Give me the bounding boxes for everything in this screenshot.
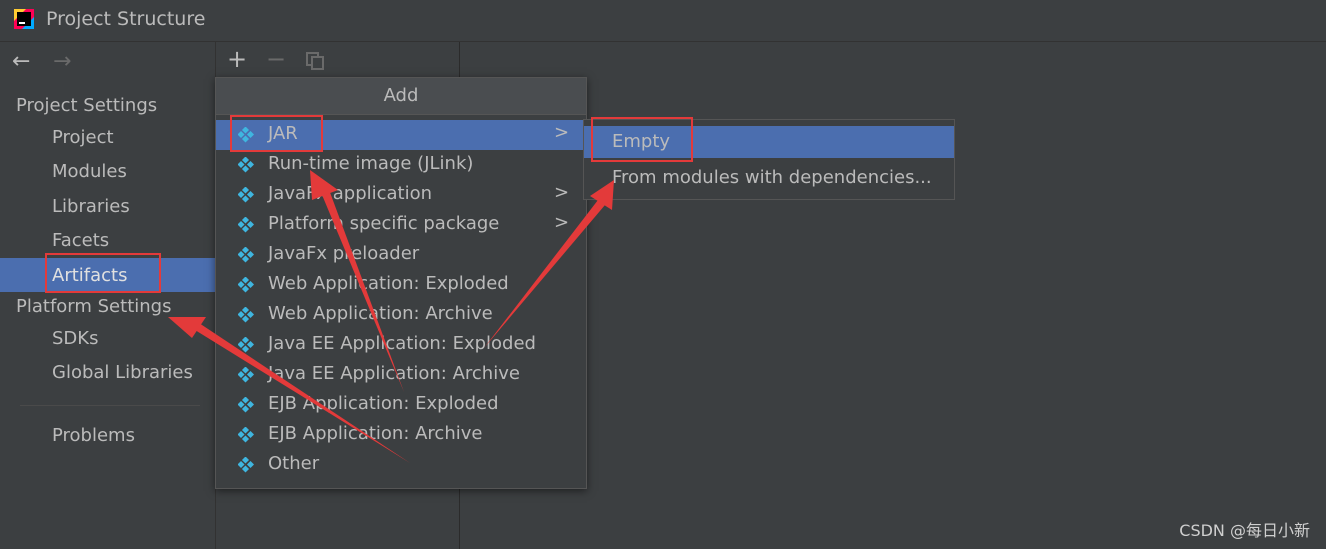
annotation-arrow-shaft-2 [320,187,404,392]
annotation-arrow-shaft-3 [484,200,605,348]
annotation-arrows [168,170,614,463]
watermark: CSDN @每日小新 [1179,521,1310,540]
annotation-arrow-shaft-1 [195,323,410,463]
